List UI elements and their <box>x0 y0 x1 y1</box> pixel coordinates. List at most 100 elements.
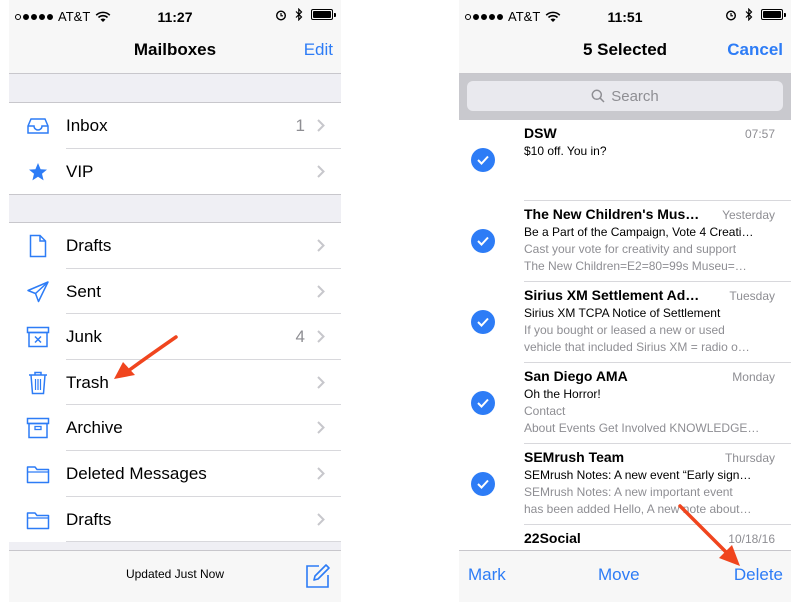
message-row[interactable]: SEMrush Team Thursday SEMrush Notes: A n… <box>459 444 791 525</box>
mailbox-row-drafts[interactable]: Drafts <box>9 223 341 269</box>
message-preview-line: Cast your vote for creativity and suppor… <box>524 242 737 256</box>
navigation-bar: Mailboxes Edit <box>9 32 341 74</box>
message-date: Yesterday <box>722 208 775 222</box>
update-status: Updated Just Now <box>125 567 225 581</box>
message-subject: Oh the Horror! <box>524 387 601 401</box>
mailbox-row-deleted-messages[interactable]: Deleted Messages <box>9 451 341 497</box>
navigation-bar: 5 Selected Cancel <box>459 32 791 74</box>
unread-count: 4 <box>295 327 305 347</box>
edit-button[interactable]: Edit <box>304 40 333 60</box>
message-row[interactable]: The New Children's Mus… Yesterday Be a P… <box>459 201 791 282</box>
selected-checkmark-icon[interactable] <box>471 229 495 253</box>
folder-icon <box>25 507 51 533</box>
battery-icon <box>761 9 786 20</box>
status-bar: AT&T 11:51 <box>459 0 791 32</box>
junk-box-icon <box>25 324 51 350</box>
message-preview: If you bought or leased a new or used ve… <box>524 322 774 356</box>
mailbox-label: Trash <box>66 372 109 392</box>
unread-count: 1 <box>295 116 305 135</box>
message-subject: Sirius XM TCPA Notice of Settlement <box>524 306 721 320</box>
message-date: Thursday <box>724 451 775 465</box>
alarm-icon <box>725 9 737 21</box>
alarm-icon <box>275 9 287 21</box>
message-preview-line: Contact <box>524 404 566 418</box>
chevron-right-icon <box>317 376 325 389</box>
chevron-right-icon <box>317 239 325 252</box>
message-preview-line: SEMrush Notes: A new important event <box>524 485 733 499</box>
message-sender: SEMrush Team <box>524 449 625 465</box>
archive-box-icon <box>25 415 51 441</box>
selected-checkmark-icon[interactable] <box>471 391 495 415</box>
star-icon <box>25 159 51 185</box>
message-preview-line: If you bought or leased a new or used <box>524 323 725 337</box>
document-icon <box>25 233 51 259</box>
selected-checkmark-icon[interactable] <box>471 148 495 172</box>
message-date: Monday <box>732 370 775 384</box>
message-subject: SEMrush Notes: A new event “Early sign… <box>524 468 752 482</box>
mailbox-label: Drafts <box>66 509 112 529</box>
edit-toolbar: Mark Move Delete <box>459 550 791 602</box>
message-list-screen: AT&T 11:51 5 Selected Cancel Search DSW … <box>459 0 791 602</box>
selected-checkmark-icon[interactable] <box>471 472 495 496</box>
selected-checkmark-icon[interactable] <box>471 310 495 334</box>
mailbox-row-inbox[interactable]: Inbox 1 <box>9 103 341 149</box>
mailbox-row-drafts-folder[interactable]: Drafts <box>9 497 341 543</box>
message-preview-line: About Events Get Involved KNOWLEDGE… <box>524 421 760 435</box>
message-row[interactable]: Sirius XM Settlement Ad… Tuesday Sirius … <box>459 282 791 363</box>
move-button[interactable]: Move <box>598 565 640 585</box>
compose-icon[interactable] <box>305 563 331 589</box>
message-preview-line: has been added Hello, A new note about… <box>524 502 752 516</box>
mailbox-row-archive[interactable]: Archive <box>9 405 341 451</box>
bluetooth-icon <box>745 8 753 21</box>
message-date: 07:57 <box>744 127 775 141</box>
mailbox-label: Deleted Messages <box>66 463 207 483</box>
mailbox-label: Inbox <box>66 116 108 135</box>
mailbox-label: VIP <box>66 161 94 181</box>
mailbox-row-sent[interactable]: Sent <box>9 269 341 315</box>
chevron-right-icon <box>317 512 325 526</box>
cancel-button[interactable]: Cancel <box>727 40 783 60</box>
message-preview: SEMrush Notes: A new important event has… <box>524 484 774 518</box>
message-sender: San Diego AMA <box>524 368 628 384</box>
search-input[interactable]: Search <box>467 81 783 111</box>
delete-button[interactable]: Delete <box>734 565 783 585</box>
chevron-right-icon <box>317 467 325 480</box>
mailbox-group-folders: Drafts Sent Junk 4 Trash Archive Deleted… <box>9 222 341 543</box>
message-row[interactable]: San Diego AMA Monday Oh the Horror! Cont… <box>459 363 791 444</box>
bottom-toolbar: Updated Just Now <box>9 550 341 602</box>
battery-icon <box>311 9 336 20</box>
mailbox-label: Junk <box>66 327 102 347</box>
mark-button[interactable]: Mark <box>468 565 506 585</box>
mailbox-label: Sent <box>66 281 101 301</box>
message-preview-line: vehicle that included Sirius XM = radio … <box>524 340 750 354</box>
inbox-icon <box>25 113 51 139</box>
chevron-right-icon <box>317 284 325 298</box>
search-icon <box>591 89 605 103</box>
folder-icon <box>25 461 51 487</box>
message-sender: The New Children's Mus… <box>524 206 700 222</box>
chevron-right-icon <box>317 330 325 343</box>
message-subject: Be a Part of the Campaign, Vote 4 Creati… <box>524 225 754 239</box>
search-placeholder: Search <box>611 87 659 105</box>
chevron-right-icon <box>317 119 325 132</box>
chevron-right-icon <box>317 421 325 435</box>
trash-icon <box>25 370 51 396</box>
message-sender: DSW <box>524 125 557 141</box>
message-row[interactable]: DSW 07:57 $10 off. You in? <box>459 120 791 201</box>
mailbox-row-junk[interactable]: Junk 4 <box>9 314 341 360</box>
chevron-right-icon <box>317 164 325 178</box>
page-title: Mailboxes <box>133 40 217 59</box>
mailboxes-screen: AT&T 11:27 Mailboxes Edit Inbox 1 VIP Dr… <box>9 0 341 602</box>
message-preview-line: The New Children=E2=80=99s Museu=… <box>524 259 747 273</box>
status-bar: AT&T 11:27 <box>9 0 341 32</box>
message-subject: $10 off. You in? <box>524 144 607 158</box>
mailbox-label: Archive <box>66 418 123 438</box>
bluetooth-icon <box>295 8 303 21</box>
message-date: Tuesday <box>729 289 775 303</box>
mailbox-row-vip[interactable]: VIP <box>9 149 341 195</box>
message-list: DSW 07:57 $10 off. You in? The New Child… <box>459 120 791 550</box>
message-row[interactable]: 22Social 10/18/16 <box>459 525 791 550</box>
mailbox-label: Drafts <box>66 236 112 255</box>
mailbox-row-trash[interactable]: Trash <box>9 360 341 406</box>
message-preview: Contact About Events Get Involved KNOWLE… <box>524 403 774 437</box>
